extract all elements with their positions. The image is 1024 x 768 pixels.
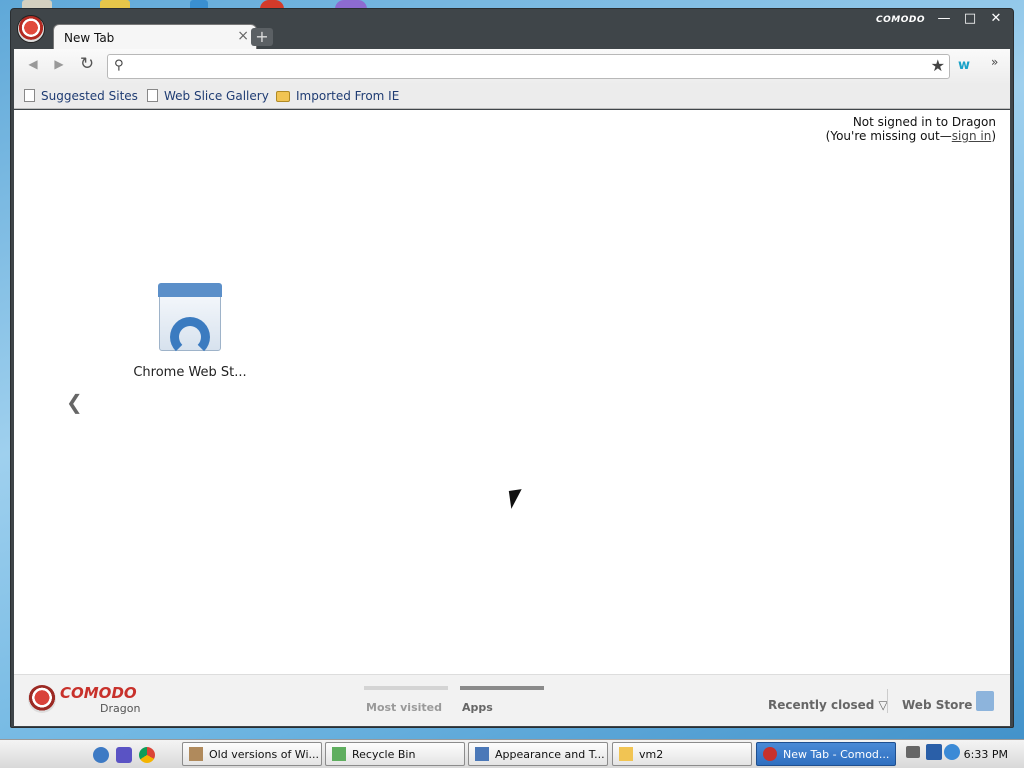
tab-new-tab[interactable]: New Tab × bbox=[53, 24, 257, 50]
dragon-logo-icon bbox=[763, 747, 777, 761]
app-label: Chrome Web St... bbox=[133, 365, 247, 380]
taskbar-label: Recycle Bin bbox=[352, 748, 416, 761]
folder-icon bbox=[276, 91, 290, 102]
window-icon bbox=[189, 747, 203, 761]
quicklaunch-chrome-icon[interactable] bbox=[139, 747, 155, 763]
title-bar[interactable]: New Tab × + COMODO — □ ✕ bbox=[11, 9, 1013, 50]
bookmark-imported-from-ie[interactable]: Imported From IE bbox=[276, 89, 399, 103]
signin-prefix: (You're missing out— bbox=[825, 129, 952, 143]
browser-window: New Tab × + COMODO — □ ✕ ◀ ▶ ↻ ⚲ ★ w » S… bbox=[10, 8, 1014, 728]
bookmarks-bar: Suggested Sites Web Slice Gallery Import… bbox=[14, 85, 1010, 109]
quicklaunch-app-icon[interactable] bbox=[116, 747, 132, 763]
taskbar-button-appearance[interactable]: Appearance and T... bbox=[468, 742, 608, 766]
new-tab-footer: COMODO Dragon Most visited Apps Recently… bbox=[14, 674, 1010, 726]
footer-divider bbox=[887, 689, 888, 713]
web-store-link[interactable]: Web Store bbox=[902, 698, 972, 712]
page-icon bbox=[147, 89, 158, 102]
footer-brand-sub: Dragon bbox=[100, 702, 141, 715]
taskbar-button-vm2[interactable]: vm2 bbox=[612, 742, 752, 766]
taskbar-button-recycle-bin[interactable]: Recycle Bin bbox=[325, 742, 465, 766]
clock: 6:33 PM bbox=[963, 748, 1008, 761]
signin-promo: Not signed in to Dragon (You're missing … bbox=[826, 115, 996, 143]
taskbar-button-new-tab[interactable]: New Tab - Comod... bbox=[756, 742, 896, 766]
new-tab-page: Not signed in to Dragon (You're missing … bbox=[14, 110, 1010, 674]
maximize-button[interactable]: □ bbox=[959, 11, 981, 29]
taskbar-label: New Tab - Comod... bbox=[783, 748, 890, 761]
bookmark-star-icon[interactable]: ★ bbox=[931, 56, 945, 75]
dragon-logo-icon[interactable] bbox=[17, 15, 45, 43]
close-button[interactable]: ✕ bbox=[985, 11, 1007, 29]
forward-button[interactable]: ▶ bbox=[48, 57, 70, 77]
quicklaunch-browser-icon[interactable] bbox=[93, 747, 109, 763]
system-tray: 6:33 PM bbox=[902, 743, 1024, 765]
keyboard-icon[interactable] bbox=[906, 746, 920, 758]
brand-wordmark: COMODO bbox=[876, 15, 925, 25]
taskbar-button-old-versions[interactable]: Old versions of Wi... bbox=[182, 742, 322, 766]
minimize-button[interactable]: — bbox=[933, 11, 955, 29]
taskbar-label: Appearance and T... bbox=[495, 748, 605, 761]
network-icon[interactable] bbox=[944, 744, 960, 760]
volume-icon[interactable] bbox=[926, 744, 942, 760]
folder-icon bbox=[619, 747, 633, 761]
toolbar-overflow-icon[interactable]: » bbox=[991, 55, 998, 69]
most-visited-bar bbox=[364, 686, 448, 690]
tab-title: New Tab bbox=[64, 31, 115, 45]
control-panel-icon bbox=[475, 747, 489, 761]
bookmark-label: Suggested Sites bbox=[41, 89, 138, 103]
address-input[interactable] bbox=[136, 58, 916, 75]
recycle-bin-icon bbox=[332, 747, 346, 761]
recently-closed-menu[interactable]: Recently closed ▽ bbox=[768, 698, 888, 712]
extension-icon[interactable]: w bbox=[958, 58, 970, 73]
prev-page-arrow[interactable]: ❮ bbox=[66, 390, 83, 414]
omnibox[interactable]: ⚲ ★ bbox=[107, 54, 950, 79]
signin-suffix: ) bbox=[991, 129, 996, 143]
signin-line2: (You're missing out—sign in) bbox=[826, 129, 996, 143]
signin-status: Not signed in to Dragon bbox=[852, 115, 996, 129]
bookmark-web-slice-gallery[interactable]: Web Slice Gallery bbox=[147, 89, 269, 103]
bookmark-label: Imported From IE bbox=[296, 89, 400, 103]
back-button[interactable]: ◀ bbox=[22, 57, 44, 77]
app-tile-chrome-web-store[interactable]: Chrome Web St... bbox=[130, 283, 250, 380]
comodo-logo-icon bbox=[28, 685, 56, 713]
footer-brand: COMODO bbox=[60, 684, 137, 702]
taskbar-label: vm2 bbox=[639, 748, 664, 761]
navigation-toolbar: ◀ ▶ ↻ ⚲ ★ w » bbox=[14, 49, 1010, 85]
tab-close-icon[interactable]: × bbox=[237, 28, 249, 44]
search-icon: ⚲ bbox=[114, 58, 124, 73]
web-store-icon bbox=[158, 283, 222, 357]
sign-in-link[interactable]: sign in bbox=[952, 129, 992, 143]
taskbar-label: Old versions of Wi... bbox=[209, 748, 319, 761]
mouse-cursor-icon bbox=[508, 489, 525, 509]
taskbar: Old versions of Wi... Recycle Bin Appear… bbox=[0, 739, 1024, 768]
web-store-mini-icon[interactable] bbox=[976, 691, 994, 711]
page-icon bbox=[24, 89, 35, 102]
bookmark-label: Web Slice Gallery bbox=[164, 89, 269, 103]
bookmark-suggested-sites[interactable]: Suggested Sites bbox=[24, 89, 138, 103]
tab-apps[interactable]: Apps bbox=[462, 701, 493, 714]
new-tab-button[interactable]: + bbox=[251, 28, 273, 46]
tab-most-visited[interactable]: Most visited bbox=[366, 701, 442, 714]
reload-button[interactable]: ↻ bbox=[76, 54, 98, 74]
apps-bar bbox=[460, 686, 544, 690]
